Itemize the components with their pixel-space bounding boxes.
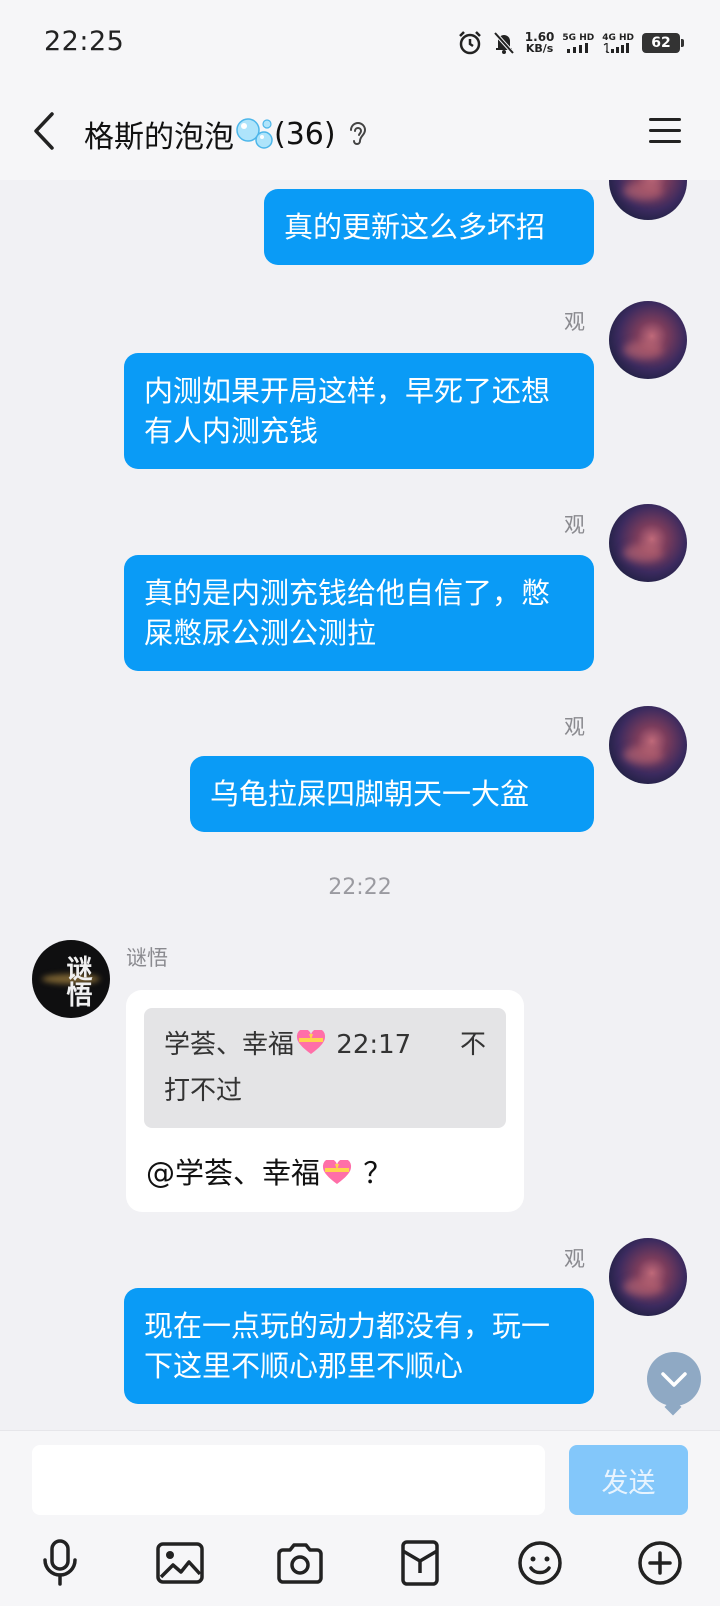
- emoji-icon: [518, 1541, 562, 1585]
- message-bubble[interactable]: 乌龟拉屎四脚朝天一大盆: [190, 756, 594, 832]
- message-input[interactable]: [32, 1445, 545, 1515]
- emoji-button[interactable]: [512, 1535, 568, 1591]
- image-button[interactable]: [152, 1535, 208, 1591]
- speed-unit: KB/s: [525, 42, 554, 55]
- message-bubble[interactable]: 真的是内测充钱给他自信了，憋屎憋尿公测公测拉: [124, 555, 594, 671]
- send-button[interactable]: 发送: [569, 1445, 688, 1515]
- quote-meta: 学荟、幸福 22:17: [164, 1022, 411, 1068]
- input-toolbar: [0, 1535, 720, 1595]
- voice-button[interactable]: [32, 1535, 88, 1591]
- status-time: 22:25: [44, 26, 125, 57]
- status-bar: 22:25 1.60 KB/s 5G HD 4G HD 62: [0, 0, 720, 84]
- message-bubble[interactable]: 学荟、幸福 22:17 不 打不过 @学荟、幸福 ？: [126, 990, 524, 1212]
- input-bar: 发送: [0, 1430, 720, 1606]
- camera-icon: [277, 1543, 323, 1584]
- signal-bars-icon: [567, 43, 589, 53]
- scroll-to-bottom-button[interactable]: [647, 1352, 701, 1406]
- chat-header: 格斯的泡泡 (36): [0, 84, 720, 180]
- sender-name: 谜悟: [126, 946, 168, 970]
- message-bubble[interactable]: 现在一点玩的动力都没有，玩一下这里不顺心那里不顺心: [124, 1288, 594, 1404]
- bubbles-emoji-icon: [236, 118, 273, 149]
- group-name: 格斯的泡泡: [84, 120, 234, 155]
- member-count: (36): [274, 116, 336, 152]
- message-bubble[interactable]: 真的更新这么多坏招: [264, 189, 594, 265]
- mention-suffix: ？: [363, 1156, 393, 1190]
- red-packet-button[interactable]: [392, 1535, 448, 1591]
- quote-text: 打不过: [164, 1076, 243, 1106]
- time-divider: 22:22: [328, 875, 392, 900]
- signal-5g: 5G HD: [562, 33, 594, 53]
- quote-text-part: 不: [459, 1030, 486, 1060]
- alarm-icon: [458, 31, 481, 55]
- microphone-icon: [43, 1539, 77, 1586]
- signal-bars-icon: [603, 43, 630, 53]
- message-list[interactable]: 真的更新这么多坏招 观 内测如果开局这样，早死了还想有人内测充钱 观 真的是内测…: [0, 180, 720, 1430]
- ear-icon[interactable]: [346, 120, 368, 148]
- avatar[interactable]: [609, 504, 687, 582]
- sender-name: 观: [564, 715, 585, 739]
- avatar[interactable]: [609, 706, 687, 784]
- chevron-down-icon: [661, 1372, 687, 1387]
- avatar[interactable]: [609, 301, 687, 379]
- sender-name: 观: [564, 310, 585, 334]
- mention-user[interactable]: @学荟、幸福: [146, 1156, 320, 1190]
- quote-header: 学荟、幸福 22:17 不: [164, 1022, 486, 1068]
- avatar[interactable]: 谜悟: [32, 940, 110, 1018]
- net1-label: 5G HD: [562, 33, 595, 43]
- quoted-reply[interactable]: 学荟、幸福 22:17 不 打不过: [144, 1008, 506, 1128]
- network-speed: 1.60 KB/s: [525, 31, 555, 55]
- message-bubble[interactable]: 内测如果开局这样，早死了还想有人内测充钱: [124, 353, 594, 469]
- heart-ribbon-emoji-icon: [297, 1030, 326, 1054]
- avatar[interactable]: [609, 180, 687, 220]
- quote-time: 22:17: [336, 1030, 412, 1060]
- heart-ribbon-emoji-icon: [323, 1160, 352, 1184]
- avatar-text: 谜悟: [62, 955, 92, 1007]
- sender-name: 观: [564, 513, 585, 537]
- mention-text: @学荟、幸福 ？: [144, 1150, 506, 1192]
- sender-name: 观: [564, 1247, 585, 1271]
- menu-icon[interactable]: [648, 110, 682, 150]
- red-packet-icon: [401, 1540, 439, 1586]
- mute-bell-icon: [493, 31, 515, 55]
- image-icon: [156, 1542, 204, 1584]
- group-title[interactable]: 格斯的泡泡 (36): [84, 112, 368, 156]
- plus-icon: [638, 1541, 682, 1585]
- status-icons: 1.60 KB/s 5G HD 4G HD 62: [457, 28, 684, 58]
- back-arrow-icon[interactable]: [26, 106, 66, 156]
- camera-button[interactable]: [272, 1535, 328, 1591]
- quote-author: 学荟、幸福: [164, 1030, 295, 1060]
- net2-label: 4G HD: [602, 33, 634, 43]
- more-button[interactable]: [632, 1535, 688, 1591]
- signal-4g: 4G HD: [602, 33, 634, 53]
- battery-indicator: 62: [642, 33, 684, 53]
- avatar[interactable]: [609, 1238, 687, 1316]
